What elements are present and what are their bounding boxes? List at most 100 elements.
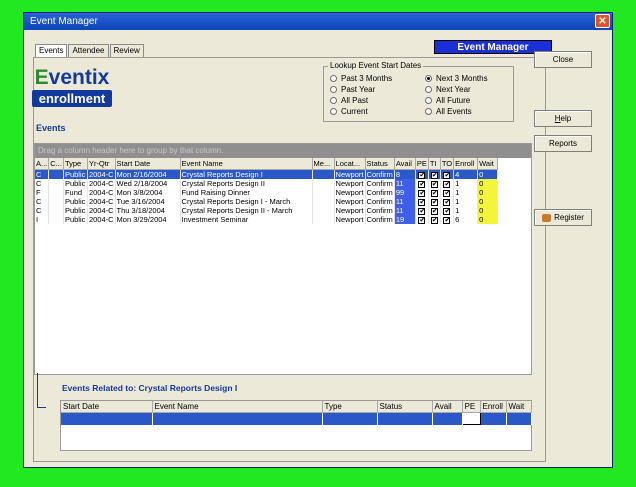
radio-label: Next 3 Months [436,74,488,83]
table-cell [312,169,335,179]
radio-next-3-months[interactable]: Next 3 Months [425,74,488,83]
column-header[interactable]: TI [428,158,441,170]
register-icon [542,213,552,222]
table-row[interactable]: C Public 2004-C Mon 2/16/2004 Crystal Report… [35,169,499,179]
checkbox[interactable]: ✔ [430,199,438,206]
checkbox[interactable]: ✔ [443,181,451,188]
radio-all-events[interactable]: All Events [425,107,472,116]
radio-dot [425,97,432,104]
table-cell: 2004-C [87,188,116,197]
checkbox[interactable]: ✔ [418,208,426,215]
column-header[interactable]: Wait [477,158,499,170]
help-label: elp [560,114,572,123]
table-cell: C [35,197,50,206]
column-header[interactable]: Type [63,158,88,170]
checkbox[interactable]: ✔ [418,172,426,179]
checkbox[interactable]: ✔ [430,208,438,215]
checkbox[interactable]: ✔ [418,181,426,188]
table-row[interactable]: C Public 2004-C Tue 3/16/2004 Crystal Report… [35,197,499,206]
column-header[interactable]: Avail [394,158,416,170]
column-header[interactable]: Status [365,158,395,170]
radio-dot [330,108,337,115]
table-cell: Wed 2/18/2004 [115,179,181,188]
table-cell: Confirm [365,197,395,206]
radio-current[interactable]: Current [330,107,368,116]
checkbox[interactable]: ✔ [430,172,438,179]
checkbox[interactable]: ✔ [443,208,451,215]
table-cell: 11 [394,179,416,188]
related-column-header[interactable]: PE [462,401,481,413]
checkbox[interactable]: ✔ [443,172,451,179]
table-row[interactable]: C Public 2004-C Thu 3/18/2004 Crystal Report… [35,206,499,215]
checkbox[interactable]: ✔ [443,217,451,224]
events-grid[interactable]: Drag a column header here to group by th… [34,143,532,375]
checkbox[interactable]: ✔ [443,190,451,197]
tab-events[interactable]: Events [35,44,68,57]
group-by-bar[interactable]: Drag a column header here to group by th… [35,144,531,158]
table-row[interactable]: I Public 2004-C Mon 3/29/2004 Investment Sem… [35,215,499,224]
table-cell: ✔ [415,197,429,206]
table-cell: 0 [477,188,499,197]
related-column-header[interactable]: Start Date [61,401,153,413]
table-cell: 0 [477,215,499,224]
table-cell: Public [63,215,88,224]
tab-strip: Events Attendee Review [35,44,145,57]
related-column-header[interactable]: Type [322,401,378,413]
radio-past-year[interactable]: Past Year [330,85,375,94]
checkbox[interactable]: ✔ [418,217,426,224]
table-cell: ✔ [440,206,455,215]
column-header[interactable]: A... [35,158,50,170]
close-button[interactable]: Close [534,51,592,68]
related-column-header[interactable]: Wait [506,401,532,413]
column-header[interactable]: Locat... [334,158,366,170]
related-events-table: Start Date Event Name Type Status Avail PE Enr… [61,401,532,425]
checkbox[interactable]: ✔ [430,217,438,224]
checkbox[interactable]: ✔ [443,199,451,206]
column-header[interactable]: Yr-Qtr [87,158,116,170]
radio-all-future[interactable]: All Future [425,96,470,105]
column-header[interactable]: C... [48,158,64,170]
table-cell: Newport [334,206,366,215]
related-column-header[interactable]: Event Name [152,401,323,413]
checkbox[interactable]: ✔ [430,190,438,197]
column-header[interactable]: Me... [312,158,335,170]
table-cell: ✔ [440,179,455,188]
checkbox[interactable]: ✔ [430,181,438,188]
reports-button[interactable]: Reports [534,135,592,152]
tab-attendee[interactable]: Attendee [68,44,109,57]
related-cell [480,412,507,425]
radio-dot [330,86,337,93]
checkbox[interactable]: ✔ [418,190,426,197]
radio-dot [425,108,432,115]
related-column-header[interactable]: Status [377,401,433,413]
related-pe-checkbox[interactable] [461,412,481,425]
table-cell: ✔ [428,206,441,215]
window-close-button[interactable]: ✕ [595,14,610,28]
table-cell: 11 [394,206,416,215]
column-header[interactable]: Enroll [453,158,479,170]
radio-past-3-months[interactable]: Past 3 Months [330,74,392,83]
help-button[interactable]: Help [534,110,592,127]
related-column-header[interactable]: Avail [432,401,463,413]
radio-all-past[interactable]: All Past [330,96,368,105]
table-cell: Public [63,206,88,215]
table-cell: ✔ [415,179,429,188]
related-selected-row[interactable] [61,412,532,425]
column-header[interactable]: PE [415,158,429,170]
related-events-title: Events Related to: Crystal Reports Desig… [62,383,238,393]
table-row[interactable]: F Fund 2004-C Mon 3/8/2004 Fund Raising Dinn… [35,188,499,197]
table-cell: 1 [453,197,479,206]
column-header[interactable]: Event Name [180,158,313,170]
register-button[interactable]: Register [534,209,592,226]
column-header[interactable]: TO [440,158,455,170]
checkbox[interactable]: ✔ [418,199,426,206]
related-events-grid[interactable]: Start Date Event Name Type Status Avail PE Enr… [60,400,532,451]
radio-next-year[interactable]: Next Year [425,85,471,94]
tab-review[interactable]: Review [109,44,144,57]
logo-subtitle: enrollment [32,90,112,107]
table-row[interactable]: C Public 2004-C Wed 2/18/2004 Crystal Report… [35,179,499,188]
table-cell: 1 [453,188,479,197]
column-header[interactable]: Start Date [115,158,181,170]
related-column-header[interactable]: Enroll [480,401,507,413]
table-cell: 1 [453,206,479,215]
